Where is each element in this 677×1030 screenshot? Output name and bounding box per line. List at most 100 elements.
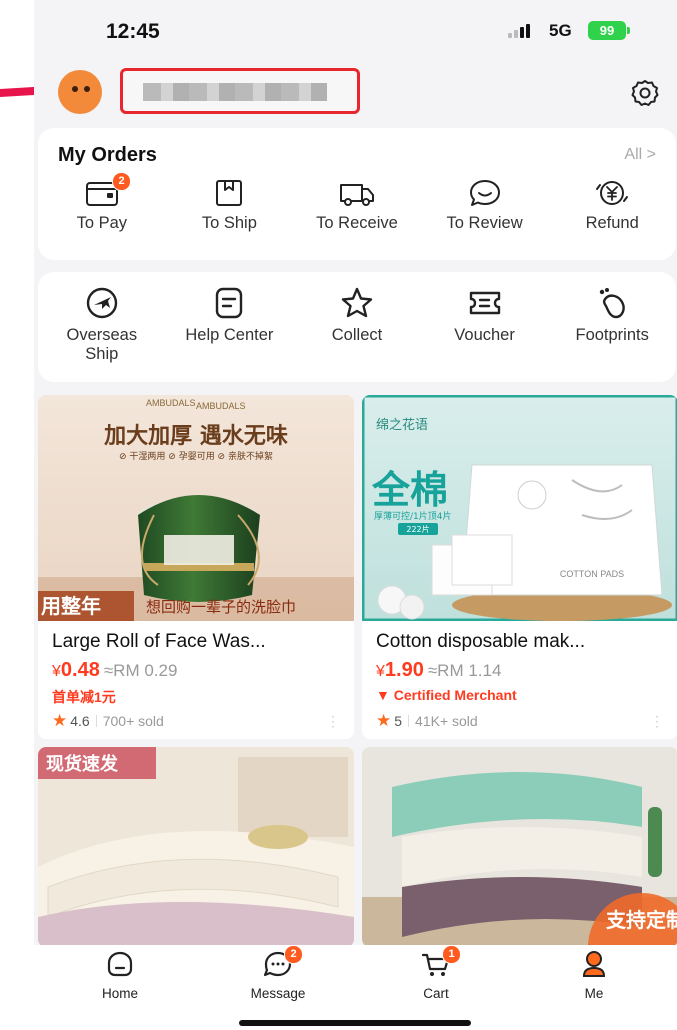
service-label: Footprints [575,326,649,344]
orders-all-link[interactable]: All > [624,146,656,164]
gear-icon[interactable] [630,78,660,108]
star-icon [341,287,373,318]
service-collect[interactable]: Collect [293,286,421,364]
rating-star-icon: ★ [52,711,68,730]
product-card[interactable]: 现货速发 [38,747,354,947]
order-to-pay[interactable]: 2 To Pay [38,172,166,233]
rating-value: 4.6 [70,713,90,729]
service-help-center[interactable]: Help Center [166,286,294,364]
service-overseas-ship[interactable]: Overseas Ship [38,286,166,364]
home-indicator [239,1020,471,1026]
tab-label: Me [584,986,604,1001]
img-banner-b: 想回购一辈子的洗脸巾 [146,598,296,616]
order-label: To Pay [76,214,128,232]
order-to-review[interactable]: To Review [421,178,549,233]
tab-cart[interactable]: 1 Cart [386,945,486,1001]
message-badge: 2 [284,945,303,964]
product-card[interactable]: AMBUDALS AMBUDALS 加大加厚 遇水无味 ⊘ 干湿两用 ⊘ 孕婴可… [38,395,354,739]
product-card[interactable]: 绵之花语 全棉 厚薄可控/1片顶4片 222片 COTTON PADS Cott… [362,395,677,739]
chat-bubble-icon [469,180,500,206]
tab-label: Cart [423,986,449,1001]
product-stats: ★ 4.6 700+ sold [52,711,164,731]
plane-icon [86,287,117,319]
tab-label: Home [101,986,138,1001]
img-brand: 绵之花语 [376,417,428,433]
tab-me[interactable]: Me [544,949,644,1001]
order-refund[interactable]: Refund [548,178,676,233]
product-image-quilt: 现货速发 [38,747,354,947]
certified-label: Certified Merchant [393,687,517,703]
order-to-receive[interactable]: To Receive [293,178,421,233]
product-image-cotton-pads: 绵之花语 全棉 厚薄可控/1片顶4片 222片 COTTON PADS [362,395,677,621]
ticket-icon [469,291,500,315]
person-icon [582,951,606,977]
order-label: To Review [446,214,523,232]
status-time: 12:45 [106,20,160,43]
img-tag: 支持定制 [606,908,677,932]
order-to-ship[interactable]: To Ship [166,178,294,233]
img-headline: 全棉 [371,468,448,512]
img-subline: ⊘ 干湿两用 ⊘ 孕婴可用 ⊘ 亲肤不掉絮 [119,450,273,462]
footprints-icon [599,288,625,319]
img-tag: 现货速发 [46,753,119,775]
to-pay-badge: 2 [112,172,131,191]
certified-merchant-badge: ▼ Certified Merchant [376,687,517,703]
product-title: Large Roll of Face Was... [52,631,266,652]
service-label: Voucher [454,326,515,344]
badge-icon: ▼ [376,687,390,703]
sold-count: 41K+ sold [415,713,478,729]
service-label: Help Center [185,326,274,344]
product-stats: ★ 5 41K+ sold [376,711,478,731]
product-price: ¥0.48 ≈RM 0.29 [52,659,177,682]
product-image-face-towel: AMBUDALS AMBUDALS 加大加厚 遇水无味 ⊘ 干湿两用 ⊘ 孕婴可… [38,395,354,621]
order-label: Refund [585,214,639,232]
divider [408,715,410,727]
product-title: Cotton disposable mak... [376,631,586,652]
img-pack: COTTON PADS [560,569,624,579]
my-orders-card: My Orders All > 2 To Pay To Ship To Rece… [38,128,676,260]
product-price: ¥1.90 ≈RM 1.14 [376,659,501,682]
divider [95,715,97,727]
username-highlight[interactable]: ████████ [120,68,360,114]
price-value: 1.90 [384,659,424,681]
product-image-towels: 支持定制 [362,747,677,947]
product-card[interactable]: 支持定制 [362,747,677,947]
bottom-tab-bar: Home 2 Message 1 Cart Me [34,945,677,1030]
truck-icon [339,184,374,206]
order-label: To Ship [201,214,257,232]
service-footprints[interactable]: Footprints [548,286,676,364]
rating-star-icon: ★ [376,711,392,730]
tab-home[interactable]: Home [70,949,170,1001]
username-redacted: ████████ [143,83,327,101]
more-options-icon[interactable]: ⋮ [326,713,340,730]
service-voucher[interactable]: Voucher [421,286,549,364]
refund-yen-icon [596,181,629,205]
currency-symbol: ¥ [376,663,385,680]
services-card: Overseas Ship Help Center Collect Vouche… [38,272,676,382]
img-headline: 加大加厚 遇水无味 [103,424,288,449]
orders-row: 2 To Pay To Ship To Receive To Review Re… [38,172,676,233]
img-banner-a: 用整年 [41,594,101,618]
sold-count: 700+ sold [102,713,164,729]
home-icon [107,951,133,977]
services-row: Overseas Ship Help Center Collect Vouche… [38,286,676,364]
tab-message[interactable]: 2 Message [228,945,328,1001]
status-bar: 12:45 5G 99 [34,0,677,60]
cart-badge: 1 [442,945,461,964]
service-label: Overseas Ship [66,326,138,363]
tab-label: Message [250,986,306,1001]
img-brand: AMBUDALS [146,398,196,408]
more-options-icon[interactable]: ⋮ [650,713,664,730]
img-subline: 厚薄可控/1片顶4片 [374,510,452,522]
battery-icon: 99 [588,21,630,40]
product-tag: 首单减1元 [52,689,116,705]
img-brand-small: AMBUDALS [196,401,246,411]
price-value: 0.48 [60,659,100,681]
phone-screen: 12:45 5G 99 ████████ My Orders All > 2 [34,0,677,1030]
rating-value: 5 [394,713,403,729]
price-rm: ≈RM 1.14 [427,661,502,680]
img-count: 222片 [406,524,429,534]
avatar[interactable] [58,70,102,114]
service-label: Collect [331,326,383,344]
document-icon [216,287,243,319]
